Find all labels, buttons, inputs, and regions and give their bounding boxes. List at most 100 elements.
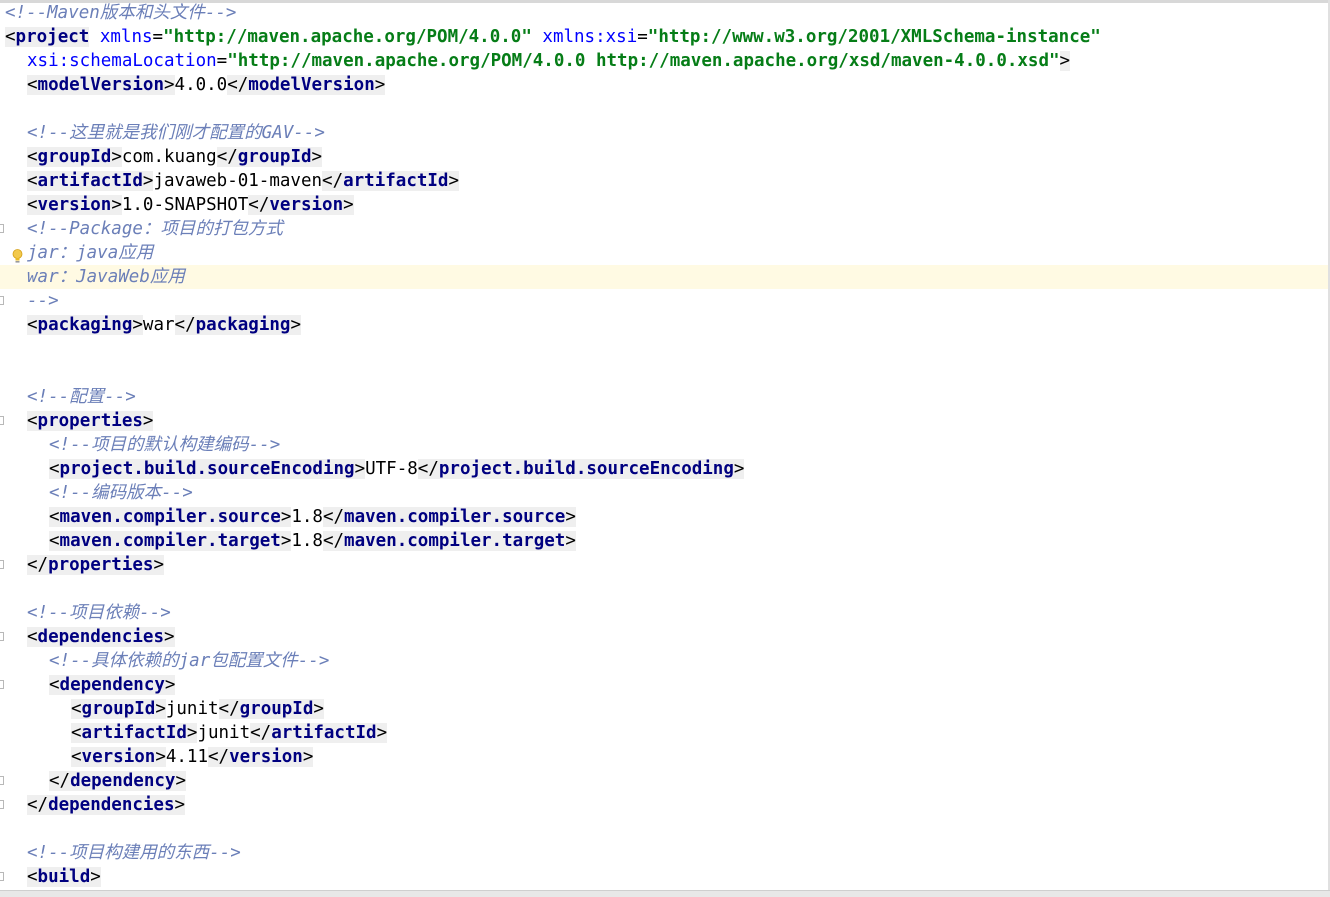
code-line-26[interactable]: <!--项目依赖--> xyxy=(0,601,1328,625)
xml-open-tag: <dependencies> xyxy=(27,627,175,647)
xml-close-tag: </groupId> xyxy=(216,147,323,167)
xml-text: war xyxy=(142,315,175,335)
code-line-32[interactable]: <version>4.11</version> xyxy=(0,745,1328,769)
fold-marker-icon[interactable] xyxy=(0,680,4,689)
xml-open-tag: <maven.compiler.source> xyxy=(49,507,292,527)
fold-marker-icon[interactable] xyxy=(0,872,4,881)
xml-open-tag: <groupId> xyxy=(71,699,166,719)
xml-close-tag: </artifactId> xyxy=(322,171,460,191)
xml-open-tag: <version> xyxy=(71,747,166,767)
comment: jar：java应用 xyxy=(27,243,154,263)
comment: <!--编码版本--> xyxy=(49,483,193,503)
xml-text: junit xyxy=(165,699,219,719)
xml-open-tag: <modelVersion> xyxy=(27,75,175,95)
code-line-7[interactable]: <groupId>com.kuang</groupId> xyxy=(0,145,1328,169)
xml-close-tag: </modelVersion> xyxy=(227,75,386,95)
xml-text: javaweb-01-maven xyxy=(153,171,323,191)
code-line-8[interactable]: <artifactId>javaweb-01-maven</artifactId… xyxy=(0,169,1328,193)
xml-open-tag: <maven.compiler.target> xyxy=(49,531,292,551)
xml-close-tag: </dependencies> xyxy=(27,795,186,815)
fold-marker-icon[interactable] xyxy=(0,224,4,233)
xml-open-tag: <artifactId> xyxy=(27,171,154,191)
code-line-37[interactable]: <build> xyxy=(0,865,1328,889)
code-line-19[interactable]: <!--项目的默认构建编码--> xyxy=(0,433,1328,457)
code-line-31[interactable]: <artifactId>junit</artifactId> xyxy=(0,721,1328,745)
xml-attribute: xsi:schemaLocation xyxy=(27,51,217,71)
comment: <!--项目构建用的东西--> xyxy=(27,843,241,863)
xml-open-tag: <groupId> xyxy=(27,147,122,167)
comment: --> xyxy=(27,291,59,311)
code-line-12-current[interactable]: war：JavaWeb应用 xyxy=(0,265,1328,289)
xml-text: junit xyxy=(197,723,251,743)
xml-open-tag: <artifactId> xyxy=(71,723,198,743)
comment: <!--Package：项目的打包方式 xyxy=(27,219,283,239)
xml-attribute-value: "http://maven.apache.org/POM/4.0.0 http:… xyxy=(227,51,1060,71)
comment: <!--具体依赖的jar包配置文件--> xyxy=(49,651,330,671)
code-line-29[interactable]: <dependency> xyxy=(0,673,1328,697)
xml-open-tag: <dependency> xyxy=(49,675,176,695)
xml-close-tag: </groupId> xyxy=(218,699,324,719)
xml-open-tag: <build> xyxy=(27,867,101,887)
xml-text: 1.0-SNAPSHOT xyxy=(121,195,249,215)
xml-attribute-value: "http://maven.apache.org/POM/4.0.0" xyxy=(163,27,532,47)
code-line-33[interactable]: </dependency> xyxy=(0,769,1328,793)
xml-text: UTF-8 xyxy=(365,459,418,479)
comment: <!--这里就是我们刚才配置的GAV--> xyxy=(27,123,325,143)
xml-text: com.kuang xyxy=(121,147,217,167)
xml-close-tag: </maven.compiler.source> xyxy=(322,507,576,527)
code-line-4[interactable]: <modelVersion>4.0.0</modelVersion> xyxy=(0,73,1328,97)
comment: war：JavaWeb应用 xyxy=(27,267,185,287)
comment: <!--项目的默认构建编码--> xyxy=(49,435,281,455)
code-line-30[interactable]: <groupId>junit</groupId> xyxy=(0,697,1328,721)
xml-attribute: xmlns xyxy=(99,27,153,47)
xml-close-tag: </packaging> xyxy=(174,315,301,335)
fold-marker-icon[interactable] xyxy=(0,800,4,809)
code-line-23[interactable]: <maven.compiler.target>1.8</maven.compil… xyxy=(0,529,1328,553)
comment: <!--项目依赖--> xyxy=(27,603,171,623)
code-line-6[interactable]: <!--这里就是我们刚才配置的GAV--> xyxy=(0,121,1328,145)
code-line-13[interactable]: --> xyxy=(0,289,1328,313)
code-line-18[interactable]: <properties> xyxy=(0,409,1328,433)
code-line-24[interactable]: </properties> xyxy=(0,553,1328,577)
fold-marker-icon[interactable] xyxy=(0,632,4,641)
code-line-27[interactable]: <dependencies> xyxy=(0,625,1328,649)
comment: <!--Maven版本和头文件--> xyxy=(5,3,237,23)
xml-open-tag: <packaging> xyxy=(27,315,143,335)
xml-attribute-value: "http://www.w3.org/2001/XMLSchema-instan… xyxy=(647,27,1101,47)
code-line-21[interactable]: <!--编码版本--> xyxy=(0,481,1328,505)
code-line-20[interactable]: <project.build.sourceEncoding>UTF-8</pro… xyxy=(0,457,1328,481)
horizontal-scrollbar[interactable] xyxy=(0,890,1330,897)
code-line-11[interactable]: jar：java应用 xyxy=(0,241,1328,265)
xml-close-tag: </project.build.sourceEncoding> xyxy=(417,459,745,479)
xml-tag: <project xyxy=(5,27,90,47)
fold-marker-icon[interactable] xyxy=(0,416,4,425)
code-editor[interactable]: <!--Maven版本和头文件--> <project xmlns="http:… xyxy=(0,1,1328,891)
xml-close-tag: </dependency> xyxy=(49,771,186,791)
intention-bulb-icon[interactable] xyxy=(12,249,23,264)
code-line-9[interactable]: <version>1.0-SNAPSHOT</version> xyxy=(0,193,1328,217)
code-line-36[interactable]: <!--项目构建用的东西--> xyxy=(0,841,1328,865)
xml-open-tag: <project.build.sourceEncoding> xyxy=(49,459,366,479)
fold-marker-icon[interactable] xyxy=(0,296,4,305)
code-line-2[interactable]: <project xmlns="http://maven.apache.org/… xyxy=(0,25,1328,49)
fold-marker-icon[interactable] xyxy=(0,560,4,569)
xml-text: 1.8 xyxy=(291,531,323,551)
xml-text: 4.11 xyxy=(165,747,209,767)
code-line-3[interactable]: xsi:schemaLocation="http://maven.apache.… xyxy=(0,49,1328,73)
code-line-22[interactable]: <maven.compiler.source>1.8</maven.compil… xyxy=(0,505,1328,529)
code-line-28[interactable]: <!--具体依赖的jar包配置文件--> xyxy=(0,649,1328,673)
xml-text: 4.0.0 xyxy=(174,75,228,95)
xml-open-tag: <version> xyxy=(27,195,122,215)
comment: <!--配置--> xyxy=(27,387,136,407)
xml-close-tag: </artifactId> xyxy=(250,723,388,743)
code-line-10[interactable]: <!--Package：项目的打包方式 xyxy=(0,217,1328,241)
xml-close-tag: </maven.compiler.target> xyxy=(322,531,576,551)
xml-close-tag: </version> xyxy=(208,747,314,767)
code-line-17[interactable]: <!--配置--> xyxy=(0,385,1328,409)
code-line-1[interactable]: <!--Maven版本和头文件--> xyxy=(0,1,1328,25)
xml-close-tag: </properties> xyxy=(27,555,164,575)
code-line-34[interactable]: </dependencies> xyxy=(0,793,1328,817)
fold-marker-icon[interactable] xyxy=(0,776,4,785)
xml-open-tag: <properties> xyxy=(27,411,154,431)
code-line-14[interactable]: <packaging>war</packaging> xyxy=(0,313,1328,337)
